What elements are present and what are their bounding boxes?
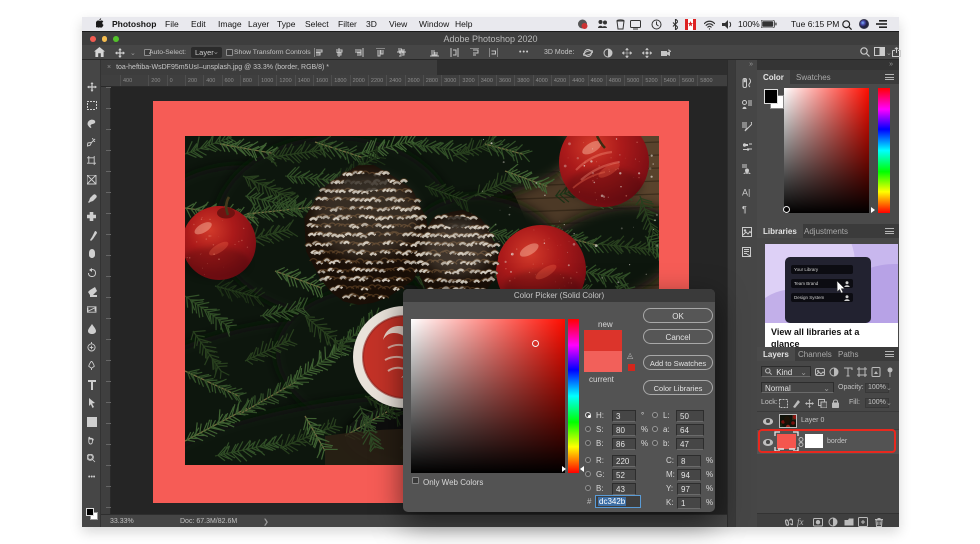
- svg-text:¶: ¶: [742, 205, 747, 215]
- svg-text:A|: A|: [742, 188, 750, 198]
- svg-text:fx: fx: [797, 517, 804, 527]
